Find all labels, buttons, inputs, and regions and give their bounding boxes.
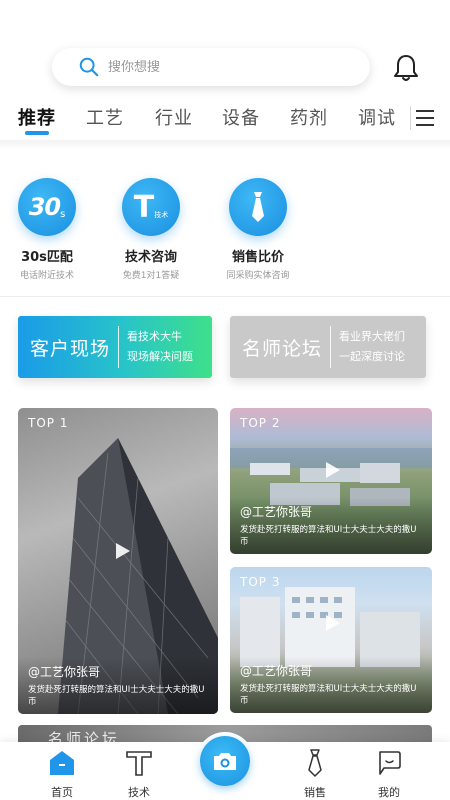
service-tech-consult[interactable]: T 技术 技术咨询 免费1对1答疑 [106, 178, 196, 281]
home-icon [50, 751, 74, 775]
search-bar[interactable] [52, 48, 370, 86]
30s-icon: 30 s [18, 178, 76, 236]
service-sales-compare[interactable]: 销售比价 同采购实体咨询 [213, 178, 303, 281]
rank-label: TOP 3 [240, 575, 281, 589]
tab-process[interactable]: 工艺 [86, 104, 124, 130]
category-tabs: 推荐 工艺 行业 设备 药剂 调试 [0, 104, 450, 140]
video-card-top1[interactable]: TOP 1 @工艺你张哥 发货赴死打转服的算法和UI士大夫士大夫的撒U币 [18, 408, 218, 714]
banner-divider [118, 326, 120, 368]
tech-t-icon: T 技术 [122, 178, 180, 236]
banner-divider [330, 326, 332, 368]
service-title: 销售比价 [231, 250, 284, 265]
service-subtitle: 电话附近技术 [19, 271, 74, 281]
nav-tech[interactable]: 技术 [114, 748, 164, 800]
nav-home[interactable]: 首页 [37, 748, 87, 800]
nav-sales[interactable]: 销售 [290, 748, 340, 800]
video-caption: @工艺你张哥 发货赴死打转服的算法和UI士大夫士大夫的撒U币 [230, 656, 432, 713]
rank-label: TOP 2 [240, 416, 281, 430]
tab-divider [410, 106, 411, 130]
tie-icon [308, 749, 322, 777]
play-icon[interactable] [322, 460, 342, 480]
banner-title: 客户现场 [30, 337, 111, 360]
tab-recommend[interactable]: 推荐 [18, 104, 56, 130]
search-icon [79, 57, 99, 77]
video-description: 发货赴死打转服的算法和UI士大夫士大夫的撒U币 [28, 685, 205, 707]
menu-icon[interactable] [416, 110, 434, 126]
video-caption: @工艺你张哥 发货赴死打转服的算法和UI士大夫士大夫的撒U币 [18, 657, 218, 714]
profile-icon [379, 751, 401, 775]
tie-icon [229, 178, 287, 236]
nav-mine[interactable]: 我的 [364, 748, 414, 800]
video-card-top3[interactable]: TOP 3 @工艺你张哥 发货赴死打转服的算法和UI士大夫士大夫的撒U币 [230, 567, 432, 713]
banner-subtitle: 看技术大牛 现场解决问题 [127, 330, 194, 363]
video-author: @工艺你张哥 [240, 664, 313, 678]
camera-button[interactable] [196, 732, 254, 790]
video-caption: @工艺你张哥 发货赴死打转服的算法和UI士大夫士大夫的撒U币 [230, 497, 432, 554]
banner-title: 名师论坛 [242, 337, 323, 360]
play-icon[interactable] [112, 541, 132, 561]
service-30s-match[interactable]: 30 s 30s匹配 电话附近技术 [2, 178, 92, 281]
tab-industry[interactable]: 行业 [155, 104, 193, 130]
video-card-top2[interactable]: TOP 2 @工艺你张哥 发货赴死打转服的算法和UI士大夫士大夫的撒U币 [230, 408, 432, 554]
video-author: @工艺你张哥 [28, 665, 101, 679]
play-icon[interactable] [322, 613, 342, 633]
service-subtitle: 同采购实体咨询 [226, 271, 290, 281]
tech-t-icon [126, 751, 152, 776]
tab-debug[interactable]: 调试 [358, 104, 396, 130]
video-author: @工艺你张哥 [240, 505, 313, 519]
service-title: 30s匹配 [21, 250, 73, 265]
search-input[interactable] [108, 59, 308, 75]
rank-label: TOP 1 [28, 416, 69, 430]
active-tab-indicator [25, 131, 49, 135]
tab-chemicals[interactable]: 药剂 [290, 104, 328, 130]
bell-icon[interactable] [390, 52, 422, 84]
tabs-shadow [0, 140, 450, 150]
video-description: 发货赴死打转服的算法和UI士大夫士大夫的撒U币 [240, 684, 417, 706]
customer-site-banner[interactable]: 客户现场 看技术大牛 现场解决问题 [18, 316, 212, 378]
banner-subtitle: 看业界大佬们 一起深度讨论 [339, 330, 406, 363]
section-divider [0, 296, 450, 297]
service-subtitle: 免费1对1答疑 [122, 271, 180, 281]
master-forum-banner[interactable]: 名师论坛 看业界大佬们 一起深度讨论 [230, 316, 426, 378]
tab-equipment[interactable]: 设备 [222, 104, 260, 130]
camera-icon [200, 736, 250, 786]
video-description: 发货赴死打转服的算法和UI士大夫士大夫的撒U币 [240, 525, 417, 547]
service-title: 技术咨询 [124, 250, 177, 265]
